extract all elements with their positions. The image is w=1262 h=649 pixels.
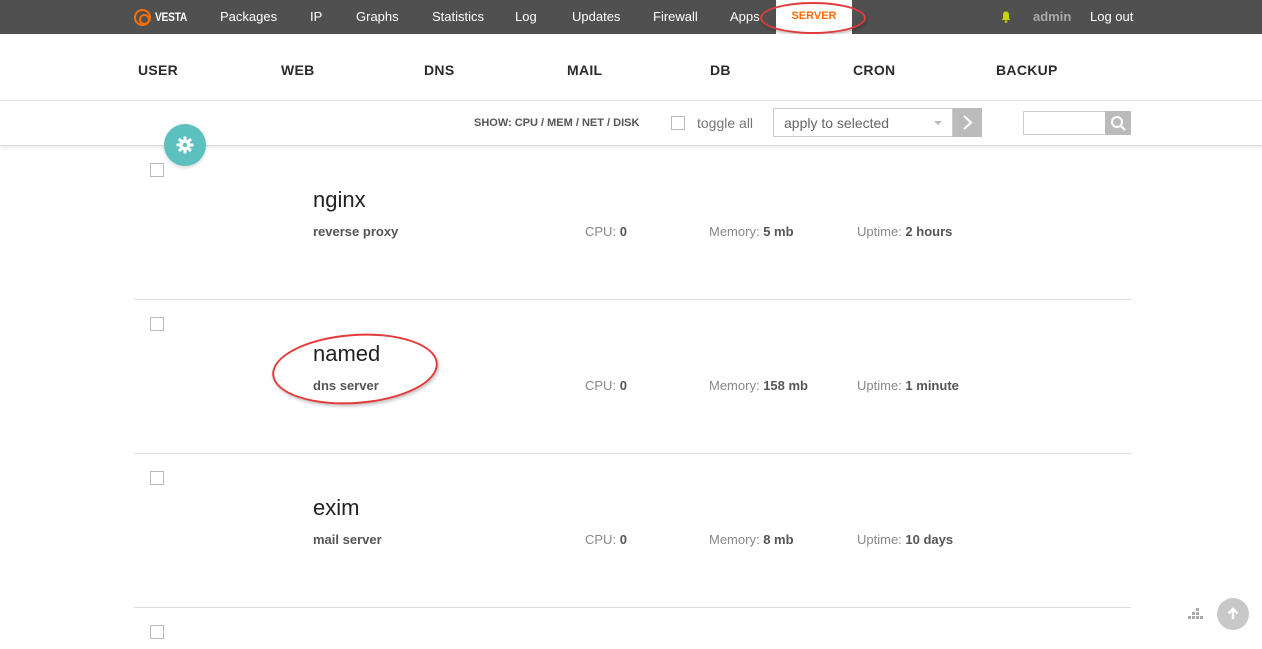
topnav-statistics[interactable]: Statistics — [432, 0, 484, 34]
logout-link[interactable]: Log out — [1090, 0, 1133, 34]
service-row[interactable]: named dns server CPU: 0 Memory: 158 mb U… — [134, 300, 1131, 454]
uptime-stat: Uptime: 10 days — [857, 532, 954, 547]
row-checkbox[interactable] — [150, 163, 164, 177]
memory-stat: Memory: 8 mb — [709, 532, 794, 547]
secnav-user[interactable]: USER — [138, 62, 178, 78]
secnav-dns[interactable]: DNS — [424, 62, 454, 78]
service-description: reverse proxy — [313, 224, 399, 239]
vesta-logo[interactable]: VESTA — [134, 8, 193, 26]
vesta-logo-icon — [134, 8, 151, 26]
top-navbar: VESTA Packages IP Graphs Statistics Log … — [0, 0, 1262, 34]
topnav-log[interactable]: Log — [515, 0, 537, 34]
secnav-backup[interactable]: BACKUP — [996, 62, 1058, 78]
topnav-firewall[interactable]: Firewall — [653, 0, 698, 34]
service-row[interactable]: nginx reverse proxy CPU: 0 Memory: 5 mb … — [134, 146, 1131, 300]
uptime-stat: Uptime: 2 hours — [857, 224, 953, 239]
service-description: dns server — [313, 378, 379, 393]
service-name[interactable]: named — [313, 341, 380, 367]
row-checkbox[interactable] — [150, 317, 164, 331]
admin-user-link[interactable]: admin — [1033, 0, 1071, 34]
apply-go-button[interactable] — [953, 108, 982, 137]
cpu-stat: CPU: 0 — [585, 224, 627, 239]
row-checkbox[interactable] — [150, 471, 164, 485]
section-nav: USER WEB DNS MAIL DB CRON BACKUP — [0, 34, 1262, 101]
memory-stat: Memory: 158 mb — [709, 378, 808, 393]
search-icon — [1111, 116, 1126, 131]
scroll-to-top-button[interactable] — [1217, 598, 1249, 630]
service-name[interactable]: nginx — [313, 187, 366, 213]
topnav-updates[interactable]: Updates — [572, 0, 620, 34]
topnav-ip[interactable]: IP — [310, 0, 322, 34]
toggle-all-checkbox[interactable] — [671, 116, 685, 130]
secnav-cron[interactable]: CRON — [853, 62, 895, 78]
uptime-stat: Uptime: 1 minute — [857, 378, 959, 393]
service-description: mail server — [313, 532, 382, 547]
bell-icon[interactable] — [1001, 11, 1011, 23]
show-columns-label[interactable]: SHOW: CPU / MEM / NET / DISK — [474, 117, 639, 129]
toggle-all-label[interactable]: toggle all — [697, 115, 753, 131]
topnav-apps[interactable]: Apps — [730, 0, 760, 34]
apply-select-value: apply to selected — [784, 115, 890, 131]
topnav-graphs[interactable]: Graphs — [356, 0, 399, 34]
secnav-db[interactable]: DB — [710, 62, 731, 78]
memory-stat: Memory: 5 mb — [709, 224, 794, 239]
vesta-logo-text: VESTA — [155, 10, 187, 24]
secnav-web[interactable]: WEB — [281, 62, 315, 78]
chevron-right-icon — [963, 115, 973, 130]
chevron-down-icon — [934, 121, 942, 125]
cpu-stat: CPU: 0 — [585, 378, 627, 393]
row-checkbox[interactable] — [150, 625, 164, 639]
topnav-server[interactable]: SERVER — [776, 0, 852, 34]
service-name[interactable]: exim — [313, 495, 359, 521]
service-row[interactable]: exim mail server CPU: 0 Memory: 8 mb Upt… — [134, 454, 1131, 608]
arrow-up-icon — [1227, 607, 1239, 619]
secnav-mail[interactable]: MAIL — [567, 62, 602, 78]
apply-to-selected-select[interactable]: apply to selected — [773, 108, 953, 137]
search-button[interactable] — [1105, 111, 1131, 135]
topnav-packages[interactable]: Packages — [220, 0, 277, 34]
search-input[interactable] — [1023, 111, 1107, 135]
cpu-stat: CPU: 0 — [585, 532, 627, 547]
shortcuts-icon[interactable] — [1187, 608, 1203, 620]
